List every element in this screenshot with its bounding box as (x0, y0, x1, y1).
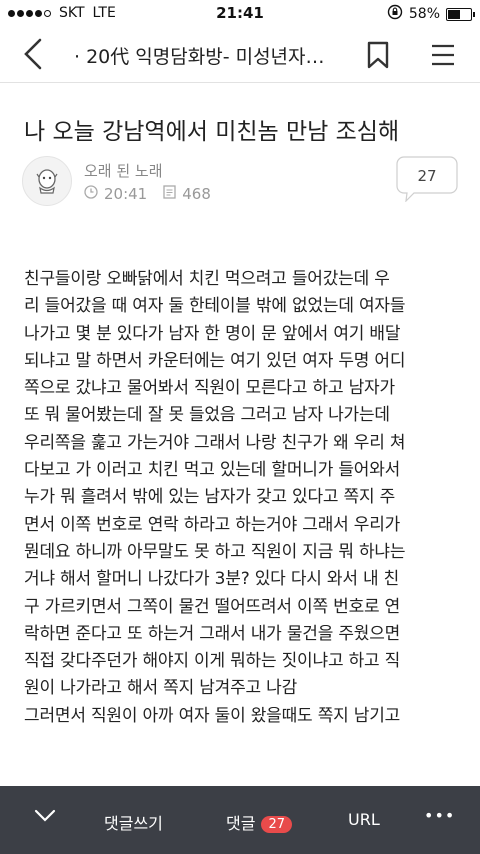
body-line: 구 가르키면서 그쪽이 물건 떨어뜨려서 이쪽 번호로 연 (24, 596, 401, 617)
body-line: 직접 갖다주던가 해야지 이게 뭐하는 짓이냐고 하고 직 (24, 651, 401, 672)
rotation-lock-icon (387, 4, 403, 24)
body-line: 거냐 해서 할머니 나갔다가 3분? 있다 다시 와서 내 친 (24, 569, 400, 590)
navigation-bar: · 20代 익명담화방- 미성년자… (0, 26, 480, 83)
body-line: 되냐고 말 하면서 카운터에는 여기 있던 여자 두명 어디 (24, 350, 406, 371)
write-comment-button[interactable]: 댓글쓰기 (104, 810, 163, 834)
comment-count: 27 (417, 167, 437, 185)
body-line: 친구들이랑 오빠닭에서 치킨 먹으려고 들어갔는데 우 (24, 269, 390, 289)
body-line: 면서 이쪽 번호로 연락 하라고 하는거야 그래서 우리가 (24, 514, 401, 535)
body-line: 쪽으로 갔냐고 물어봐서 직원이 모른다고 하고 남자가 (24, 378, 395, 399)
status-bar: SKT LTE 21:41 58% (0, 0, 480, 26)
body-line: 뭔데요 하니까 아무말도 못 하고 직원이 지금 뭐 하냐는 (24, 541, 406, 562)
comments-label: 댓글 (226, 814, 256, 833)
avatar[interactable] (22, 156, 72, 206)
clock-icon (84, 185, 98, 203)
chevron-left-icon (24, 38, 42, 70)
comments-button[interactable]: 댓글 27 (226, 810, 292, 834)
body-line: 우리쪽을 훑고 가는거야 그래서 나랑 친구가 왜 우리 쳐 (24, 432, 406, 453)
chevron-down-icon (34, 809, 56, 822)
menu-button[interactable] (430, 42, 456, 68)
collapse-button[interactable] (34, 808, 56, 827)
comments-badge: 27 (261, 816, 292, 833)
body-line: 원이 나가라고 해서 쪽지 남겨주고 나감 (24, 678, 298, 699)
post-time: 20:41 (104, 185, 148, 203)
body-line: 락하면 준다고 또 하는거 그래서 내가 물건을 주웠으면 (24, 623, 401, 644)
body-line: 나가고 몇 분 있다가 남자 한 명이 문 앞에서 여기 배달 (24, 323, 401, 344)
bookmark-button[interactable] (366, 40, 390, 70)
post-meta: 20:41 468 (84, 185, 211, 203)
body-line: 그러면서 직원이 아까 여자 둘이 왔을때도 쪽지 남기고 (24, 705, 401, 726)
body-line: 리 들어갔을 때 여자 둘 한테이블 밖에 없었는데 여자들 (24, 296, 406, 317)
post-body: 친구들이랑 오빠닭에서 치킨 먹으려고 들어갔는데 우리 들어갔을 때 여자 둘… (24, 266, 466, 730)
views-icon (163, 185, 176, 203)
board-title[interactable]: · 20代 익명담화방- 미성년자… (74, 42, 350, 69)
back-button[interactable] (18, 36, 52, 72)
view-count: 468 (182, 185, 211, 203)
user-avatar-icon (36, 169, 58, 194)
bookmark-icon (367, 41, 389, 69)
hamburger-menu-icon (432, 44, 454, 66)
url-button[interactable]: URL (348, 810, 380, 829)
author-name[interactable]: 오래 된 노래 (84, 160, 163, 181)
battery-percent: 58% (408, 6, 440, 22)
post-title: 나 오늘 강남역에서 미친놈 만남 조심해 (24, 119, 400, 145)
body-line: 누가 뭐 흘려서 밖에 있는 남자가 갖고 있다고 쪽지 주 (24, 487, 396, 508)
battery-icon (446, 7, 475, 21)
more-options-button[interactable]: ••• (424, 806, 455, 825)
bottom-toolbar: 댓글쓰기 댓글 27 URL ••• (0, 786, 480, 854)
body-line: 또 뭐 물어봤는데 잘 못 들었음 그러고 남자 나가는데 (24, 405, 390, 426)
body-line: 다보고 가 이러고 치킨 먹고 있는데 할머니가 들어와서 (24, 460, 401, 481)
